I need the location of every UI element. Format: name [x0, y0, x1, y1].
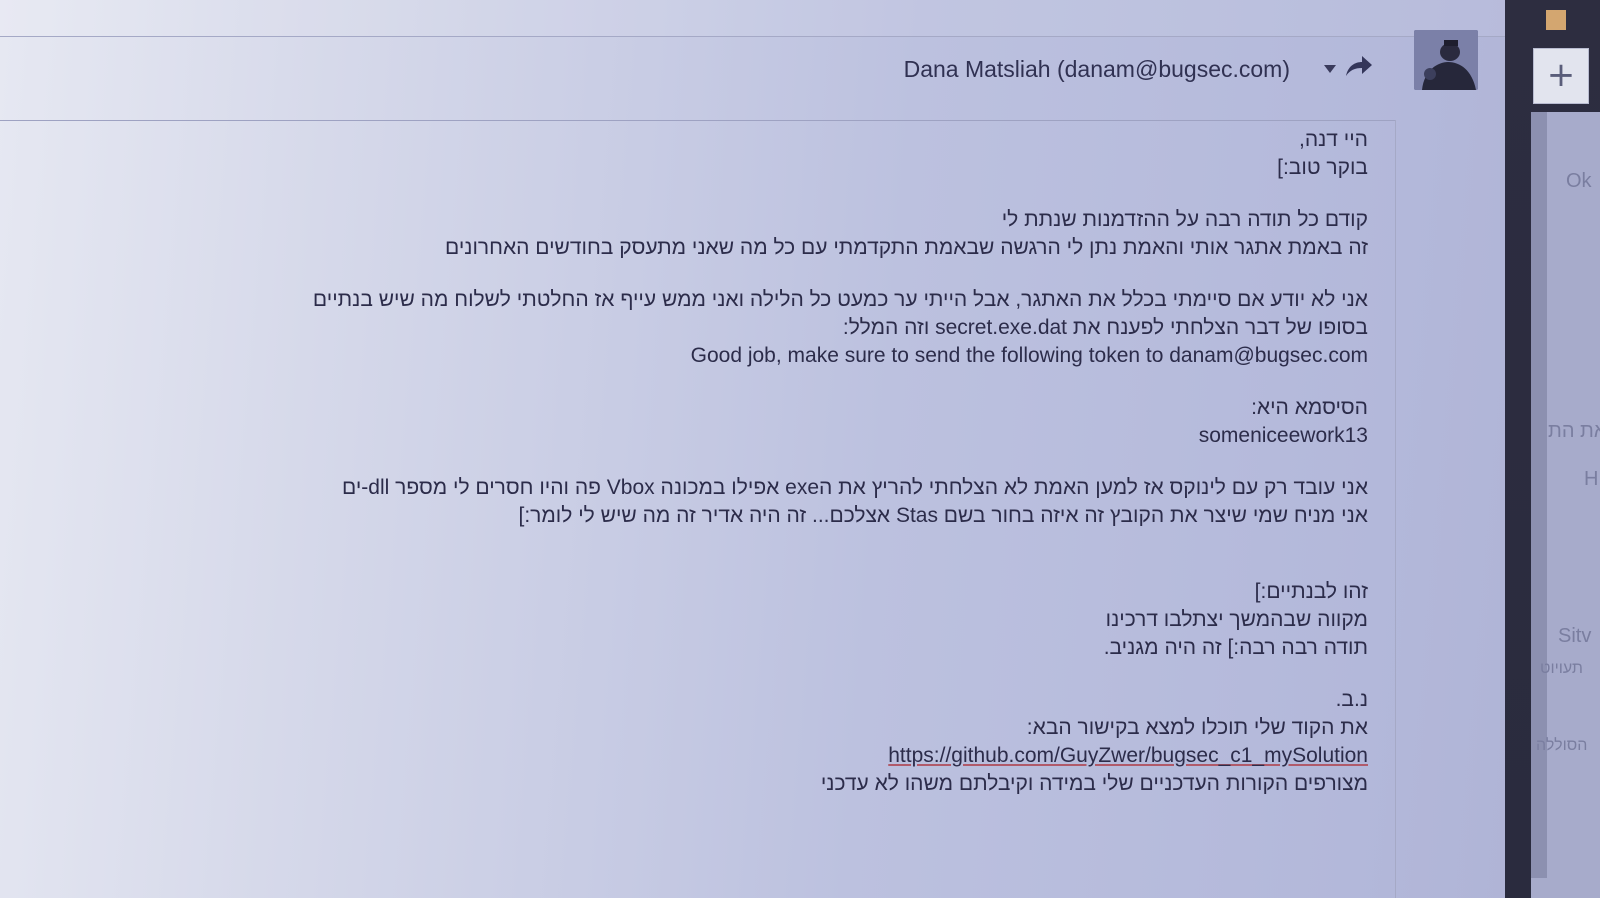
sender-name[interactable]: Dana Matsliah (danam@bugsec.com)	[904, 56, 1290, 83]
message-line: אני לא יודע אם סיימתי בכלל את האתגר, אבל…	[312, 288, 1368, 311]
message-line: אני מניח שמי שיצר את הקובץ זה איזה בחור …	[518, 504, 1368, 527]
side-panel-label[interactable]: את הת	[1548, 420, 1600, 443]
side-panel-label[interactable]: H	[1584, 468, 1598, 491]
github-link[interactable]: https://github.com/GuyZwer/bugsec_c1_myS…	[128, 742, 1368, 770]
message-line: מקווה שבהמשך יצתלבו דרכינו	[1105, 608, 1368, 631]
side-panel-scrollbar[interactable]	[1531, 112, 1547, 878]
color-chip	[1546, 10, 1566, 30]
message-line: את הקוד שלי תוכלו למצא בקישור הבא:	[1026, 716, 1368, 739]
token-line: Good job, make sure to send the followin…	[690, 344, 1368, 367]
side-panel-label[interactable]: Sitv	[1558, 625, 1591, 648]
toolbar	[0, 0, 1505, 37]
message-line: זה באמת אתגר אותי והאמת נתן לי הרגשה שבא…	[445, 236, 1368, 259]
caret-down-icon[interactable]	[1324, 65, 1336, 73]
message-line: קודם כל תודה רבה על ההזדמנות שנתת לי	[1001, 208, 1368, 231]
password-line: someniceework13	[1198, 424, 1368, 447]
side-panel-label[interactable]: Ok	[1566, 170, 1592, 193]
message-line: בוקר טוב:]	[1277, 156, 1368, 179]
message-line: הסיסמא היא:	[1251, 396, 1368, 419]
message-body: היי דנה, בוקר טוב:] קודם כל תודה רבה על …	[128, 126, 1368, 798]
greeting-line: היי דנה,	[1298, 128, 1368, 151]
side-panel-label[interactable]: הסוללה	[1536, 737, 1587, 755]
message-line: אני עובד רק עם לינוקס אז למען האמת לא הצ…	[342, 476, 1368, 499]
compose-button[interactable]: +	[1533, 48, 1589, 104]
message-line: זהו לבנתיים:]	[1254, 580, 1368, 603]
message-line: בסופו של דבר הצלחתי לפענח את secret.exe.…	[842, 316, 1368, 339]
message-line: תודה רבה רבה:] זה היה מגניב.	[1103, 636, 1368, 659]
side-panel-label[interactable]: תעויוט	[1540, 660, 1583, 678]
message-line: נ.ב.	[1335, 688, 1368, 711]
reply-arrow-icon[interactable]	[1344, 54, 1374, 82]
message-line: מצורפים הקורות העדכניים שלי במידה וקיבלת…	[820, 772, 1368, 795]
email-window: Dana Matsliah (danam@bugsec.com) היי דנה…	[0, 0, 1600, 898]
avatar	[1414, 30, 1478, 90]
